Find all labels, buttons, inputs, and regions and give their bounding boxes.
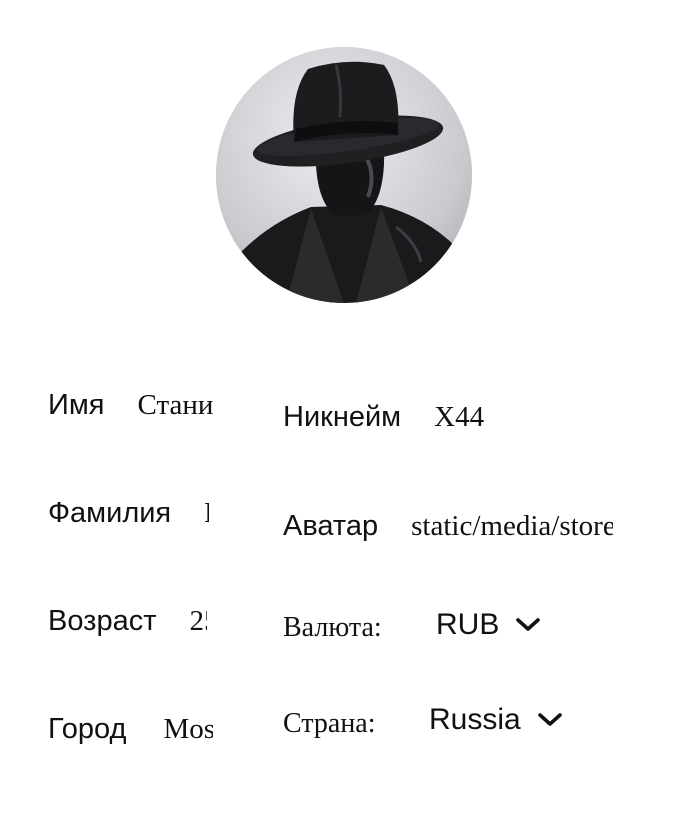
country-field: Страна: xyxy=(283,702,376,746)
first-name-field: Имя xyxy=(48,383,214,427)
country-select[interactable]: Russia xyxy=(429,703,563,737)
avatar-path-input[interactable] xyxy=(411,509,614,543)
age-label: Возраст xyxy=(48,604,157,637)
first-name-input[interactable] xyxy=(137,388,214,422)
country-label: Страна: xyxy=(283,708,376,739)
detective-silhouette-image xyxy=(216,47,472,303)
avatar-path-label: Аватар xyxy=(283,509,379,542)
city-label: Город xyxy=(48,712,127,745)
age-field: Возраст xyxy=(48,599,208,643)
nickname-field: Никнейм xyxy=(283,395,555,439)
currency-value: RUB xyxy=(436,608,500,641)
city-field: Город xyxy=(48,707,214,751)
nickname-label: Никнейм xyxy=(283,400,402,433)
last-name-field: Фамилия xyxy=(48,491,210,535)
chevron-down-icon xyxy=(516,618,541,631)
nickname-input[interactable] xyxy=(434,400,555,434)
country-value: Russia xyxy=(429,703,521,736)
first-name-label: Имя xyxy=(48,388,105,421)
currency-field: Валюта: xyxy=(283,606,382,650)
city-input[interactable] xyxy=(163,712,214,746)
age-input[interactable] xyxy=(189,604,208,638)
last-name-label: Фамилия xyxy=(48,496,172,529)
last-name-input[interactable] xyxy=(204,496,210,530)
currency-select[interactable]: RUB xyxy=(436,608,541,642)
chevron-down-icon xyxy=(537,713,562,726)
avatar xyxy=(216,47,472,303)
currency-label: Валюта: xyxy=(283,612,382,643)
avatar-path-field: Аватар xyxy=(283,504,614,548)
